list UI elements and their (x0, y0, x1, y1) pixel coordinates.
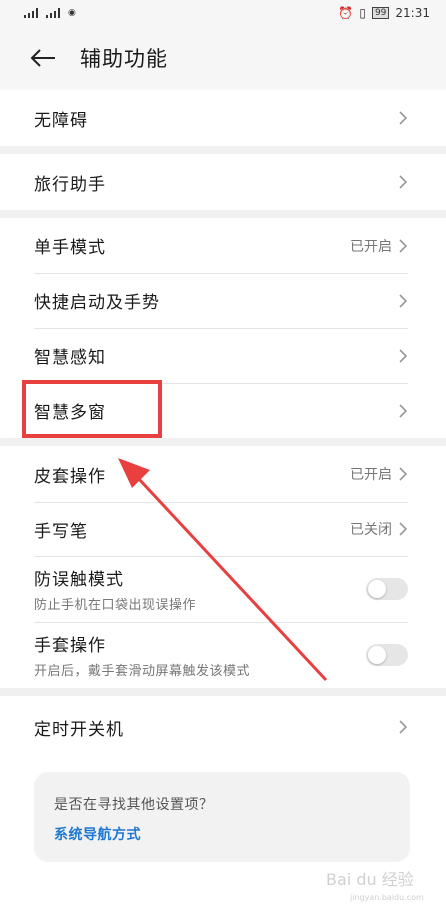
signal-icon (46, 8, 62, 18)
settings-group: 皮套操作 已开启 手写笔 已关闭 防误触模式 防止手机在口袋出现误操作 手套操作… (0, 446, 446, 688)
setting-travel-assistant[interactable]: 旅行助手 (0, 154, 446, 210)
chevron-right-icon (399, 293, 408, 308)
system-navigation-link[interactable]: 系统导航方式 (54, 824, 390, 844)
setting-label: 定时开关机 (34, 719, 124, 740)
signal-indicators: ◉ (24, 8, 76, 18)
setting-stylus[interactable]: 手写笔 已关闭 (0, 502, 446, 556)
chevron-right-icon (399, 111, 408, 125)
suggestion-question: 是否在寻找其他设置项？ (54, 797, 214, 813)
setting-description: 防止手机在口袋出现误操作 (34, 598, 197, 613)
chevron-right-icon (399, 238, 408, 253)
setting-value: 已关闭 (350, 522, 392, 538)
back-arrow-icon[interactable] (30, 46, 60, 70)
clock: 21:31 (395, 6, 430, 20)
setting-label: 无障碍 (34, 110, 88, 131)
setting-accessibility[interactable]: 无障碍 (0, 90, 446, 146)
setting-label: 单手模式 (34, 238, 106, 258)
setting-glove-mode: 手套操作 开启后，戴手套滑动屏幕触发该模式 (0, 622, 446, 688)
setting-label: 快捷启动及手势 (34, 293, 160, 313)
suggestion-card: 是否在寻找其他设置项？ 系统导航方式 (34, 772, 410, 862)
top-bar: 辅助功能 (0, 26, 446, 90)
setting-label: 手套操作 (34, 636, 106, 656)
highlight-annotation (22, 380, 162, 438)
chevron-right-icon (399, 522, 408, 536)
setting-description: 开启后，戴手套滑动屏幕触发该模式 (34, 664, 251, 679)
alarm-icon: ⏰ (338, 6, 354, 20)
setting-scheduled-power[interactable]: 定时开关机 (0, 696, 446, 758)
signal-icon (24, 8, 40, 18)
setting-label: 手写笔 (34, 521, 88, 542)
anti-mistouch-toggle[interactable] (366, 578, 408, 600)
setting-value: 已开启 (350, 467, 392, 483)
watermark-sub: jingyan.baidu.com (350, 893, 424, 902)
setting-anti-mistouch: 防误触模式 防止手机在口袋出现误操作 (0, 556, 446, 622)
glove-mode-toggle[interactable] (366, 644, 408, 666)
setting-label: 防误触模式 (34, 570, 124, 590)
setting-one-hand-mode[interactable]: 单手模式 已开启 (0, 218, 446, 273)
chevron-right-icon (399, 720, 408, 734)
setting-label: 智慧感知 (34, 348, 106, 368)
status-bar: ◉ ⏰ ▯ 99 21:31 (0, 0, 446, 26)
vibrate-icon: ▯ (359, 6, 366, 20)
eye-icon: ◉ (68, 8, 76, 18)
settings-group: 无障碍 (0, 90, 446, 146)
page-title: 辅助功能 (80, 47, 168, 71)
chevron-right-icon (399, 403, 408, 418)
setting-value: 已开启 (350, 238, 392, 255)
chevron-right-icon (399, 348, 408, 363)
setting-shortcuts-gestures[interactable]: 快捷启动及手势 (0, 273, 446, 328)
settings-group: 旅行助手 (0, 154, 446, 210)
setting-cover-operation[interactable]: 皮套操作 已开启 (0, 446, 446, 502)
setting-label: 旅行助手 (34, 174, 106, 195)
battery-icon: 99 (371, 7, 390, 19)
setting-label: 皮套操作 (34, 466, 106, 487)
setting-smart-sensing[interactable]: 智慧感知 (0, 328, 446, 383)
chevron-right-icon (399, 175, 408, 189)
chevron-right-icon (399, 467, 408, 481)
watermark: Bai du 经验 (326, 870, 414, 889)
